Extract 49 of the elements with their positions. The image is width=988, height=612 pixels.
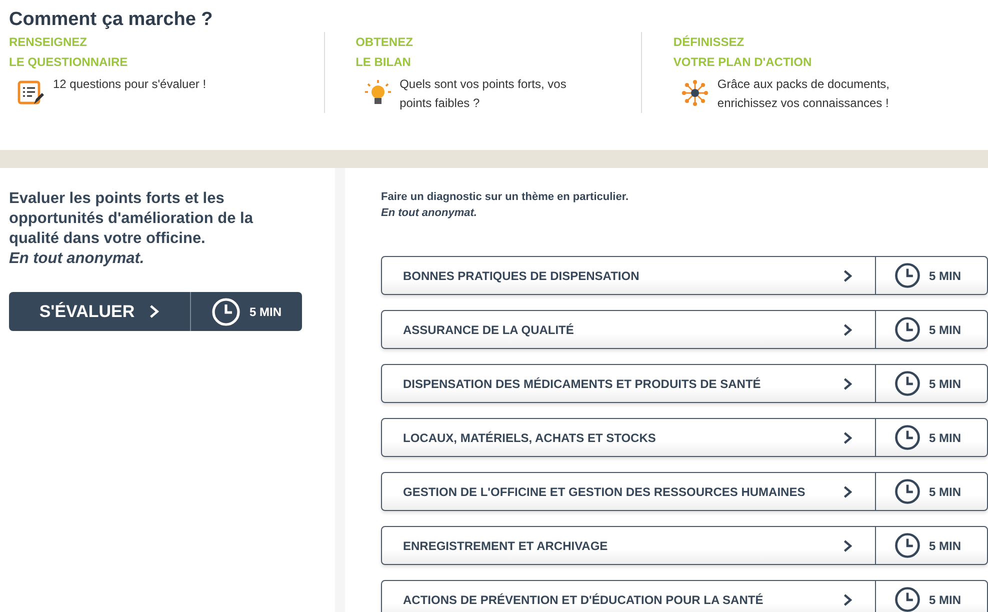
- anonymity-note: En tout anonymat.: [9, 249, 146, 269]
- theme-button[interactable]: ACTIONS DE PRÉVENTION ET D'ÉDUCATION POUR LA SANTÉ 5 MIN: [381, 580, 988, 612]
- chevron-icon: [843, 376, 853, 390]
- clock-icon: [894, 532, 921, 559]
- duration-text: 5 MIN: [929, 592, 962, 606]
- duration-text: 5 MIN: [249, 304, 282, 318]
- step-description: 12 questions pour s'évaluer !: [53, 76, 206, 93]
- lightbulb-icon: [364, 79, 392, 107]
- intro-text: Faire un diagnostic sur un thème en particulier.: [381, 190, 630, 205]
- chevron-icon: [843, 484, 853, 498]
- duration-text: 5 MIN: [929, 268, 962, 282]
- section-title: Comment ça marche ?: [9, 8, 214, 32]
- step-description: Grâce aux packs de documents, enrichissez vos connaissances !: [717, 76, 891, 112]
- clock-icon: [894, 316, 921, 343]
- duration-text: 5 MIN: [929, 430, 962, 444]
- clock-icon: [894, 424, 921, 451]
- clock-icon: [211, 296, 242, 326]
- theme-button[interactable]: LOCAUX, MATÉRIELS, ACHATS ET STOCKS 5 MIN: [381, 418, 988, 457]
- duration-text: 5 MIN: [929, 322, 962, 336]
- duration-text: 5 MIN: [929, 538, 962, 552]
- duration-text: 5 MIN: [929, 376, 962, 390]
- step-title: LE QUESTIONNAIRE: [9, 54, 129, 71]
- intro-text: Evaluer les points forts et les opportunités d'amélioration de la qualité dans votre officine.: [9, 189, 254, 249]
- checklist-icon: [17, 79, 45, 107]
- chevron-icon: [843, 538, 853, 552]
- clock-icon: [894, 262, 921, 289]
- theme-button[interactable]: ENREGISTREMENT ET ARCHIVAGE 5 MIN: [381, 526, 988, 565]
- chevron-icon: [843, 592, 853, 606]
- chevron-icon: [843, 268, 853, 282]
- theme-button[interactable]: ASSURANCE DE LA QUALITÉ 5 MIN: [381, 310, 988, 349]
- step-title: OBTENEZ: [356, 34, 414, 51]
- network-icon: [681, 79, 710, 107]
- theme-button[interactable]: GESTION DE L'OFFICINE ET GESTION DES RESSOURCES HUMAINES 5 MIN: [381, 472, 988, 511]
- chevron-icon: [843, 322, 853, 336]
- theme-button[interactable]: BONNES PRATIQUES DE DISPENSATION 5 MIN: [381, 256, 988, 295]
- anonymity-note: En tout anonymat.: [381, 206, 478, 221]
- clock-icon: [894, 370, 921, 397]
- duration-text: 5 MIN: [929, 484, 962, 498]
- step-description: Quels sont vos points forts, vos points faibles ?: [400, 76, 568, 112]
- clock-icon: [894, 586, 921, 612]
- step-title: VOTRE PLAN D'ACTION: [673, 54, 813, 71]
- step-title: LE BILAN: [356, 54, 412, 71]
- theme-button[interactable]: DISPENSATION DES MÉDICAMENTS ET PRODUITS DE SANTÉ 5 MIN: [381, 364, 988, 403]
- step-title: DÉFINISSEZ: [673, 34, 746, 51]
- clock-icon: [894, 478, 921, 505]
- evaluate-button[interactable]: S'ÉVALUER 5 MIN: [9, 292, 302, 331]
- chevron-icon: [148, 304, 160, 319]
- chevron-icon: [843, 430, 853, 444]
- step-title: RENSEIGNEZ: [9, 34, 88, 51]
